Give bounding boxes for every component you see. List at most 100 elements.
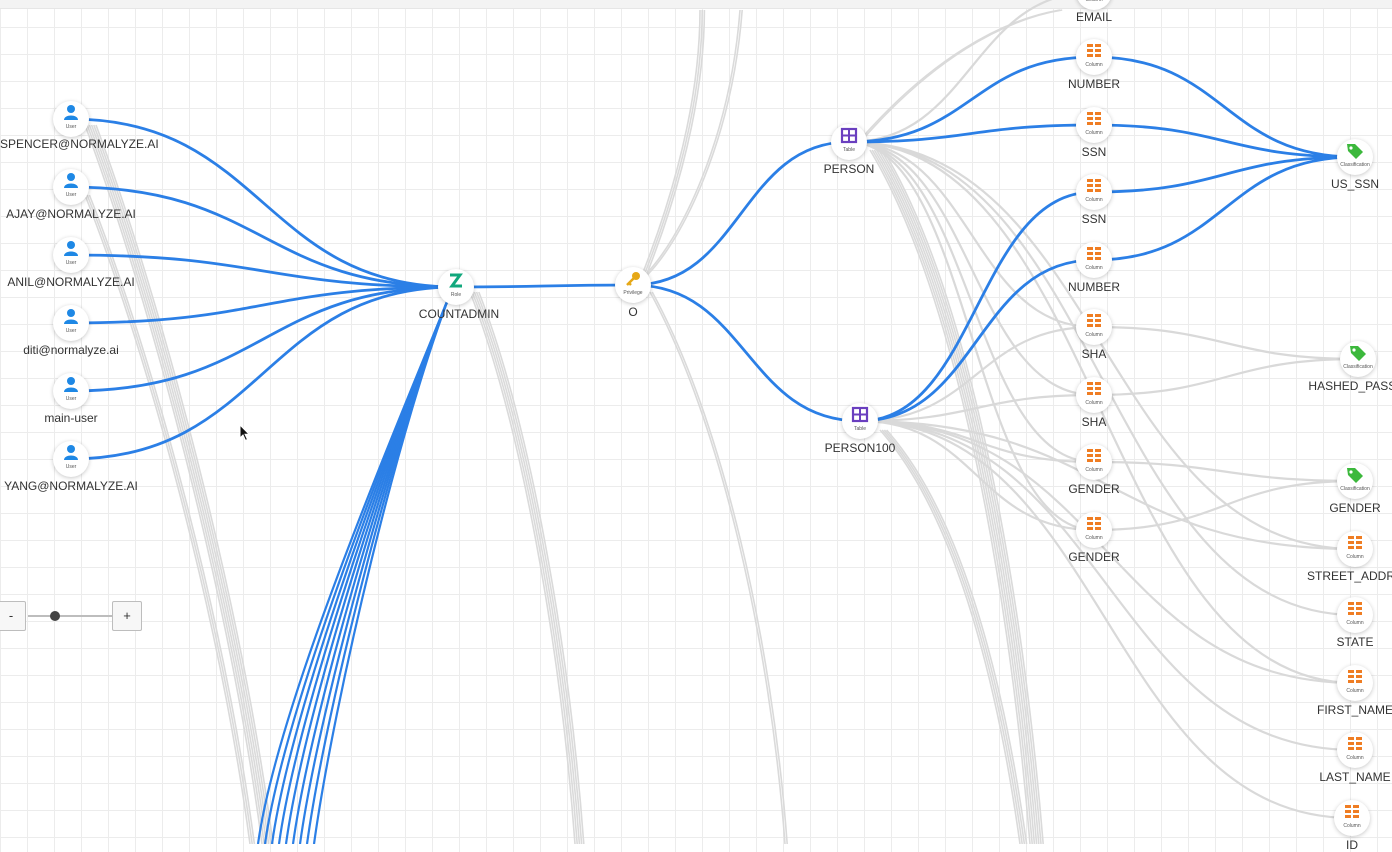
node-label: ANIL@NORMALYZE.AI [7,275,135,289]
offscreen-edge [471,291,578,844]
node-type-label: User [65,464,77,470]
node-type-label: Column [1085,467,1103,473]
column-node[interactable]: Column [1337,531,1373,567]
column-icon [1087,112,1101,125]
user-icon [64,309,78,324]
column-node[interactable]: Column [1334,800,1370,836]
user-icon [64,241,78,256]
zoom-in-button[interactable]: + [112,601,142,631]
user-node[interactable]: User [53,101,89,137]
node-label: SHA [1081,347,1107,361]
node-type-label: Table [843,147,855,153]
node-label: main-user [44,411,98,425]
column-node[interactable]: Column [1076,107,1112,143]
offscreen-edge [880,149,1042,844]
column-node[interactable]: Column [1337,665,1373,701]
zoom-out-button[interactable]: - [0,601,26,631]
classification-node[interactable]: Classification [1337,463,1373,499]
column-icon [1348,536,1362,549]
column-node[interactable]: Column [1076,512,1112,548]
node-type-label: Classification [1343,364,1373,370]
node-type-label: Classification [1340,162,1370,168]
offscreen-edge [875,149,1038,844]
node-label: O [628,305,638,319]
node-type-label: User [65,192,77,198]
node-type-label: Column [1085,0,1103,3]
node-label: GENDER [1068,482,1120,496]
user-node[interactable]: User [53,373,89,409]
node-label: FIRST_NAME [1316,703,1392,717]
column-node[interactable]: Column [1076,174,1112,210]
user-icon [64,173,78,188]
table-node[interactable]: Table [831,124,867,160]
user-node[interactable]: User [53,237,89,273]
column-icon [1087,382,1101,395]
zoom-control: - + [0,601,142,631]
node-type-label: User [65,396,77,402]
lineage-graph-canvas[interactable] [0,0,1392,844]
offscreen-edge [886,429,1028,844]
highlighted-edge [455,283,634,289]
column-node[interactable]: Column [1076,242,1112,278]
tag-icon [1350,346,1366,361]
role-node[interactable]: Role [438,269,474,305]
offscreen-edge [88,194,256,844]
node-label: SHA [1081,415,1107,429]
node-label: COUNTADMIN [418,307,500,321]
zoom-slider-thumb[interactable] [50,611,60,621]
column-node[interactable]: Column [1337,597,1373,633]
node-label: HASHED_PASSW [1308,379,1392,393]
node-type-label: Column [1343,823,1361,829]
node-label: SSN [1081,145,1107,159]
node-label: STREET_ADDRE [1306,569,1392,583]
offscreen-edge [84,194,251,844]
column-icon [1348,737,1362,750]
node-type-label: User [65,260,77,266]
user-node[interactable]: User [53,441,89,477]
column-icon [1087,314,1101,327]
node-type-label: Table [854,426,866,432]
table-node[interactable]: Table [842,403,878,439]
column-icon [1087,179,1101,192]
node-label: PERSON [823,162,875,176]
column-node[interactable]: Column [1076,39,1112,75]
classification-node[interactable]: Classification [1340,341,1376,377]
node-type-label: Column [1085,400,1103,406]
privilege-node[interactable]: Privilege [615,267,651,303]
user-icon [64,377,78,392]
highlighted-edge [1093,155,1356,194]
node-type-label: Classification [1340,486,1370,492]
highlighted-edge [291,283,456,844]
offscreen-edge [879,429,1021,844]
classification-node[interactable]: Classification [1337,139,1373,175]
offscreen-edge [86,194,253,844]
node-type-label: Column [1085,265,1103,271]
column-icon [1087,44,1101,57]
node-type-label: Column [1085,130,1103,136]
table-icon [840,127,858,144]
node-label: YANG@NORMALYZE.AI [4,479,138,493]
highlighted-edge [312,283,456,844]
dimmed-edge [859,419,1353,820]
node-label: US_SSN [1330,177,1380,191]
node-type-label: Column [1346,620,1364,626]
node-label: AJAY@NORMALYZE.AI [6,207,136,221]
column-icon [1087,449,1101,462]
column-node[interactable]: Column [1076,309,1112,345]
dimmed-edge [1093,325,1359,361]
node-label: PERSON100 [824,441,896,455]
column-node[interactable]: Column [1076,377,1112,413]
offscreen-edge [861,9,1063,141]
column-node[interactable]: Column [1337,732,1373,768]
node-label: LAST_NAME [1319,770,1391,784]
mouse-cursor-icon [239,424,251,442]
node-type-label: Role [450,292,462,298]
column-node[interactable]: Column [1076,444,1112,480]
zoom-slider-track[interactable] [28,615,112,617]
highlighted-edge [632,140,850,287]
node-type-label: Column [1085,332,1103,338]
dimmed-edge [848,0,1053,144]
user-node[interactable]: User [53,305,89,341]
user-node[interactable]: User [53,169,89,205]
node-type-label: Column [1085,535,1103,541]
